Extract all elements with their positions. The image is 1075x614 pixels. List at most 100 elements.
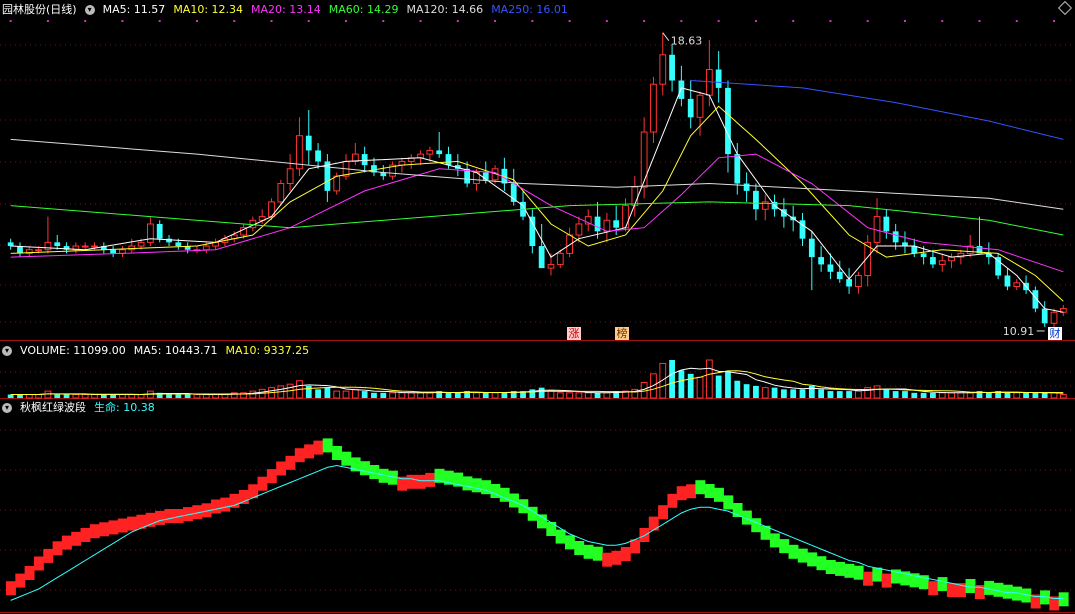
event-marker	[494, 20, 497, 22]
wave-block	[928, 581, 939, 596]
volume-bar	[333, 390, 341, 399]
candle-body	[81, 245, 89, 248]
event-marker	[531, 20, 534, 22]
volume-bar	[603, 392, 611, 399]
event-marker	[754, 20, 757, 22]
wave-block	[220, 497, 231, 512]
volume-bar	[902, 391, 908, 398]
wave-block	[555, 529, 566, 544]
volume-bar	[473, 392, 480, 399]
volume-bar	[110, 394, 117, 398]
volume-bar	[54, 394, 61, 398]
volume-bar	[445, 392, 452, 398]
candle-body	[743, 183, 750, 191]
candle-body	[892, 231, 899, 243]
event-marker	[456, 20, 459, 22]
event-marker	[866, 20, 869, 22]
event-marker	[84, 20, 87, 22]
volume-bar	[1004, 392, 1011, 398]
volume-bar	[799, 389, 806, 398]
candle-body	[603, 219, 611, 232]
volume-bar	[1013, 392, 1021, 399]
volume-bar	[836, 391, 843, 398]
wave-block	[769, 533, 780, 548]
wave-block	[33, 556, 44, 571]
event-marker	[195, 20, 198, 22]
wave-block	[304, 444, 315, 459]
candle-body	[175, 242, 182, 247]
volume-bar	[911, 392, 918, 398]
volume-bar	[137, 394, 145, 399]
candle-body	[920, 253, 927, 258]
volume-bar	[930, 392, 936, 398]
wave-block	[1058, 592, 1069, 607]
volume-bar	[305, 385, 312, 398]
candle-body	[827, 264, 834, 272]
wave-block	[797, 548, 808, 563]
volume-bar	[873, 385, 881, 399]
candle-body	[818, 257, 825, 265]
candle-body	[883, 216, 890, 232]
volume-bar	[315, 389, 321, 398]
volume-bar	[892, 391, 899, 398]
candle-body	[650, 83, 657, 133]
volume-bar	[966, 392, 974, 399]
wave-block	[807, 552, 818, 567]
candle-body	[715, 69, 722, 88]
wave-block	[425, 472, 436, 487]
volume-bar	[734, 380, 741, 398]
volume-bar	[715, 375, 722, 398]
candle-body	[529, 216, 536, 247]
high-pointer	[662, 32, 670, 42]
volume-bar	[501, 392, 508, 398]
volume-bar	[584, 392, 592, 399]
volume-bar	[35, 394, 42, 399]
wave-block	[294, 448, 305, 463]
wave-block	[946, 583, 957, 598]
candle-body	[613, 220, 620, 228]
event-marker	[605, 20, 608, 22]
event-marker	[643, 20, 646, 22]
wave-block	[471, 478, 482, 493]
candle-body	[846, 279, 852, 287]
candle-body	[54, 242, 61, 247]
wave-block	[257, 476, 268, 491]
volume-bar	[761, 387, 769, 399]
candle-body	[753, 190, 759, 210]
candle-body	[669, 54, 675, 81]
volume-bar	[594, 392, 601, 398]
wave-block	[574, 541, 585, 555]
event-marker	[307, 20, 310, 22]
wave-block	[816, 556, 827, 571]
wave-block	[676, 486, 687, 501]
volume-bar	[398, 392, 406, 399]
stock-chart[interactable]: 18.63 10.91	[0, 0, 1075, 614]
volume-bar	[687, 373, 694, 398]
volume-bar	[547, 390, 555, 399]
candle-body	[147, 223, 154, 243]
volume-bar	[705, 359, 713, 399]
candle-body	[277, 183, 285, 203]
volume-bar	[948, 392, 955, 399]
candle-body	[17, 246, 23, 254]
wave-block	[583, 544, 594, 559]
volume-bar	[371, 392, 377, 398]
wave-block	[89, 524, 100, 539]
volume-bar	[808, 385, 815, 398]
volume-bar	[938, 392, 946, 399]
volume-bar	[818, 389, 825, 398]
wave-block	[695, 480, 706, 495]
candle-body	[734, 154, 741, 184]
wave-block	[210, 499, 221, 514]
low-label: 10.91	[1003, 325, 1034, 338]
volume-bar	[7, 394, 14, 398]
wave-block	[714, 487, 724, 502]
wave-block	[462, 476, 473, 491]
volume-bar	[221, 394, 229, 399]
volume-bar	[81, 394, 89, 399]
volume-bar	[538, 387, 545, 398]
wave-block	[415, 474, 426, 489]
wave-block	[332, 446, 342, 460]
candle-body	[547, 263, 555, 269]
candle-body	[631, 186, 639, 207]
